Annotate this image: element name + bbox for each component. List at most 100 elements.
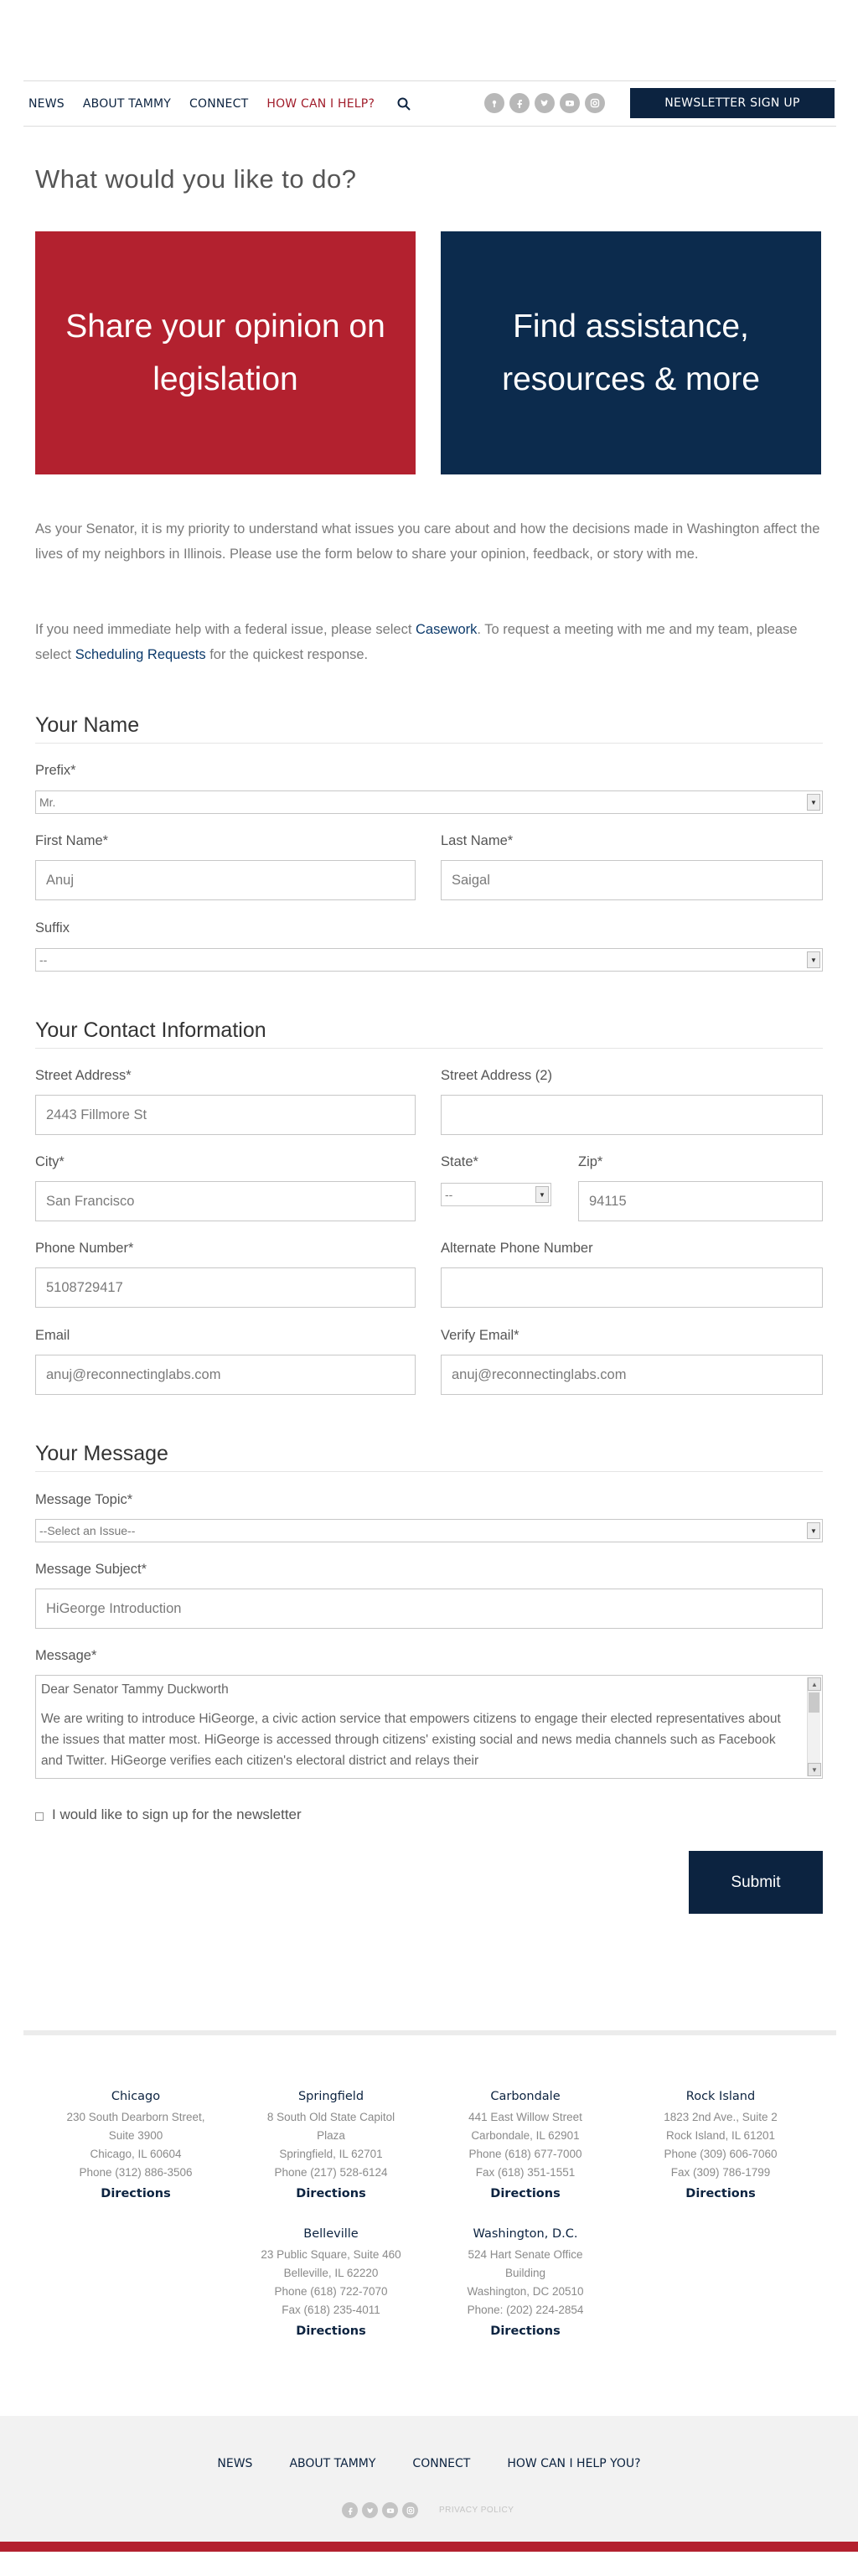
zip-label: Zip*: [578, 1154, 603, 1169]
top-navbar: NEWS ABOUT TAMMY CONNECT HOW CAN I HELP?…: [23, 80, 836, 127]
suffix-select[interactable]: -- ▼: [35, 948, 823, 972]
directions-link[interactable]: Directions: [633, 2185, 809, 2203]
privacy-policy-link[interactable]: PRIVACY POLICY: [439, 2506, 514, 2515]
scheduling-requests-link[interactable]: Scheduling Requests: [75, 647, 206, 662]
newsletter-signup-button[interactable]: NEWSLETTER SIGN UP: [630, 88, 835, 118]
street-address-2-input[interactable]: [441, 1095, 823, 1135]
message-scrollbar[interactable]: ▲ ▼: [807, 1677, 821, 1776]
directions-link[interactable]: Directions: [243, 2185, 419, 2203]
share-opinion-tile[interactable]: Share your opinion on legislation: [35, 231, 416, 474]
verify-email-input[interactable]: anuj@reconnectinglabs.com: [441, 1355, 823, 1395]
message-subject-input[interactable]: HiGeorge Introduction: [35, 1589, 823, 1629]
office-line: Phone (618) 677-7000: [468, 2148, 582, 2160]
footer-nav-news[interactable]: NEWS: [217, 2457, 252, 2470]
office-line: Plaza: [317, 2129, 345, 2142]
nav-how-can-i-help[interactable]: HOW CAN I HELP?: [266, 97, 375, 111]
footer-nav-connect[interactable]: CONNECT: [412, 2457, 470, 2470]
office-line: 524 Hart Senate Office: [468, 2248, 583, 2261]
office-belleville: Belleville 23 Public Square, Suite 460 B…: [243, 2225, 419, 2340]
zip-input[interactable]: 94115: [578, 1181, 823, 1221]
footer-nav-about-tammy[interactable]: ABOUT TAMMY: [289, 2457, 375, 2470]
podcast-icon[interactable]: [484, 93, 504, 113]
prefix-select[interactable]: Mr. ▼: [35, 790, 823, 814]
street-address-input[interactable]: 2443 Fillmore St: [35, 1095, 416, 1135]
social-links: [484, 93, 610, 113]
find-assistance-tile[interactable]: Find assistance, resources & more: [441, 231, 821, 474]
directions-link[interactable]: Directions: [243, 2322, 419, 2340]
office-city: Springfield: [297, 2090, 364, 2103]
facebook-icon[interactable]: [342, 2502, 358, 2518]
office-line: Washington, DC 20510: [467, 2285, 584, 2298]
email-label: Email: [35, 1328, 70, 1343]
office-line: Fax (618) 235-4011: [282, 2304, 380, 2316]
office-line: 230 South Dearborn Street,: [66, 2111, 205, 2123]
submit-button[interactable]: Submit: [689, 1851, 823, 1914]
last-name-label: Last Name*: [441, 833, 514, 848]
scroll-up-icon[interactable]: ▲: [808, 1677, 821, 1691]
suffix-value: --: [39, 953, 48, 967]
prefix-value: Mr.: [39, 796, 56, 809]
email-input[interactable]: anuj@reconnectinglabs.com: [35, 1355, 416, 1395]
find-assistance-label: Find assistance, resources & more: [502, 308, 760, 397]
office-city: Carbondale: [490, 2090, 561, 2103]
youtube-icon[interactable]: [382, 2502, 398, 2518]
state-select[interactable]: -- ▼: [441, 1183, 551, 1206]
twitter-icon[interactable]: [535, 93, 555, 113]
help-paragraph: If you need immediate help with a federa…: [35, 617, 823, 667]
office-line: Belleville, IL 62220: [283, 2267, 379, 2279]
city-label: City*: [35, 1154, 65, 1169]
facebook-icon[interactable]: [509, 93, 530, 113]
directions-link[interactable]: Directions: [437, 2185, 613, 2203]
office-line: Rock Island, IL 61201: [665, 2129, 776, 2142]
office-city: Belleville: [303, 2227, 359, 2241]
office-line: 23 Public Square, Suite 460: [261, 2248, 401, 2261]
office-city: Washington, D.C.: [473, 2227, 578, 2241]
chevron-down-icon: ▼: [807, 794, 820, 811]
message-greeting: Dear Senator Tammy Duckworth: [41, 1682, 229, 1697]
footer: NEWS ABOUT TAMMY CONNECT HOW CAN I HELP …: [0, 2416, 858, 2542]
office-line: Fax (309) 786-1799: [670, 2166, 771, 2179]
city-input[interactable]: San Francisco: [35, 1181, 416, 1221]
first-name-label: First Name*: [35, 833, 109, 848]
first-name-input[interactable]: Anuj: [35, 860, 416, 900]
office-line: Phone: (202) 224-2854: [467, 2304, 584, 2316]
office-city: Chicago: [111, 2090, 161, 2103]
chevron-down-icon: ▼: [535, 1186, 549, 1203]
scroll-thumb[interactable]: [809, 1692, 819, 1713]
message-textarea[interactable]: Dear Senator Tammy Duckworth We are writ…: [35, 1675, 823, 1779]
office-chicago: Chicago 230 South Dearborn Street, Suite…: [48, 2087, 224, 2203]
office-line: 441 East Willow Street: [468, 2111, 582, 2123]
nav-connect[interactable]: CONNECT: [189, 97, 248, 111]
footer-nav-how-can-i-help[interactable]: HOW CAN I HELP YOU?: [507, 2457, 640, 2470]
footer-social-links: PRIVACY POLICY: [342, 2502, 514, 2518]
office-rock-island: Rock Island 1823 2nd Ave., Suite 2 Rock …: [633, 2087, 809, 2203]
suffix-label: Suffix: [35, 920, 70, 936]
message-topic-select[interactable]: --Select an Issue-- ▼: [35, 1519, 823, 1542]
nav-news[interactable]: NEWS: [28, 97, 65, 111]
verify-email-label: Verify Email*: [441, 1328, 519, 1343]
directions-link[interactable]: Directions: [437, 2322, 613, 2340]
nav-about-tammy[interactable]: ABOUT TAMMY: [83, 97, 171, 111]
phone-input[interactable]: 5108729417: [35, 1267, 416, 1308]
office-line: Phone (618) 722-7070: [274, 2285, 388, 2298]
street-address-2-label: Street Address (2): [441, 1068, 552, 1083]
directions-link[interactable]: Directions: [48, 2185, 224, 2203]
office-line: Phone (309) 606-7060: [664, 2148, 778, 2160]
last-name-input[interactable]: Saigal: [441, 860, 823, 900]
twitter-icon[interactable]: [362, 2502, 378, 2518]
office-city: Rock Island: [685, 2090, 756, 2103]
alternate-phone-input[interactable]: [441, 1267, 823, 1308]
newsletter-checkbox[interactable]: [35, 1812, 44, 1821]
youtube-icon[interactable]: [560, 93, 580, 113]
scroll-down-icon[interactable]: ▼: [808, 1763, 821, 1776]
casework-link[interactable]: Casework: [416, 622, 477, 637]
your-name-heading: Your Name: [35, 713, 823, 744]
office-line: Suite 3900: [108, 2129, 163, 2142]
intro-paragraph: As your Senator, it is my priority to un…: [35, 521, 820, 562]
instagram-icon[interactable]: [402, 2502, 418, 2518]
search-icon[interactable]: [396, 96, 411, 111]
office-line: Phone (312) 886-3506: [79, 2166, 193, 2179]
instagram-icon[interactable]: [585, 93, 605, 113]
newsletter-checkbox-label: I would like to sign up for the newslett…: [52, 1806, 302, 1822]
state-value: --: [445, 1188, 453, 1201]
